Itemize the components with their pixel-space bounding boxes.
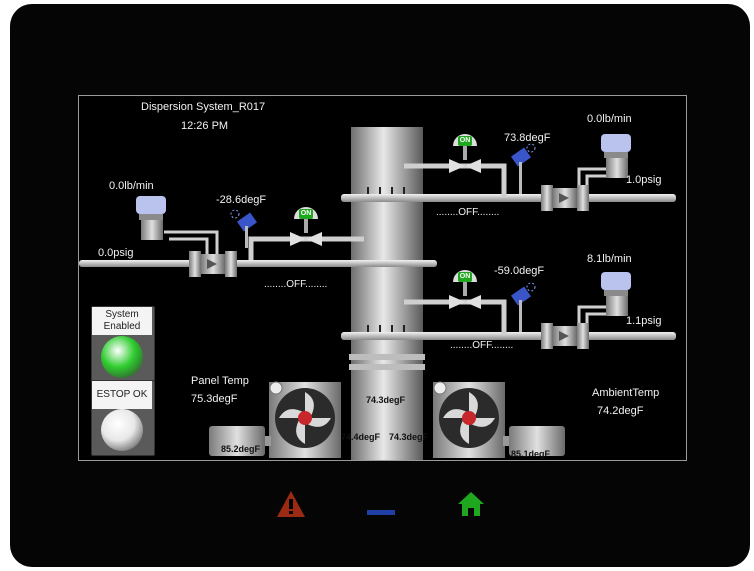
- left-meter-body: [189, 251, 237, 277]
- left-status-text: ........OFF........: [264, 279, 328, 290]
- lower-right-status-text: ........OFF........: [450, 340, 514, 351]
- home-icon: [458, 492, 484, 516]
- upper-valve-on-badge[interactable]: ON: [458, 136, 472, 146]
- left-temp-readout: -28.6degF: [216, 194, 267, 206]
- left-fan-unit: [269, 381, 341, 458]
- left-valve-on-badge[interactable]: ON: [299, 209, 313, 219]
- upper-right-meter-body: [541, 185, 589, 211]
- left-flow-readout: 0.0lb/min: [109, 180, 154, 192]
- alarm-button[interactable]: [276, 490, 306, 523]
- upper-right-temp-probe: [511, 143, 536, 194]
- right-motor-temp: 85.1degF: [511, 449, 551, 459]
- ambient-temp-value: 74.2degF: [597, 405, 644, 417]
- home-button[interactable]: [457, 491, 485, 522]
- column-right-temp: 74.3degF: [389, 432, 429, 442]
- lower-right-pressure-readout: 1.1psig: [626, 315, 662, 327]
- lower-valve-on-badge[interactable]: ON: [458, 272, 472, 282]
- upper-right-flow-readout: 0.0lb/min: [587, 113, 632, 125]
- system-enabled-label: System Enabled: [92, 307, 152, 335]
- column-top-temp: 74.3degF: [366, 395, 406, 405]
- column-left-temp: 74.4degF: [341, 432, 381, 442]
- left-pipe: [79, 260, 437, 267]
- estop-label: ESTOP OK: [92, 381, 152, 409]
- clock: 12:26 PM: [181, 120, 229, 132]
- right-fan-unit: [433, 381, 505, 458]
- lower-right-flow-readout: 8.1lb/min: [587, 253, 632, 265]
- estop-lamp[interactable]: [101, 409, 143, 451]
- minimize-icon: [367, 510, 395, 515]
- system-title: Dispersion System_R017: [141, 101, 266, 113]
- system-enabled-lamp[interactable]: [101, 336, 143, 378]
- ambient-temp-label: AmbientTemp: [592, 387, 660, 399]
- upper-right-temp-readout: 73.8degF: [504, 132, 551, 144]
- dispersion-column: [351, 127, 423, 460]
- left-motor-temp: 85.2degF: [221, 444, 261, 454]
- lower-right-temp-readout: -59.0degF: [494, 265, 545, 277]
- lower-right-meter-body: [541, 323, 589, 349]
- lower-right-flow-transmitter: [601, 272, 631, 316]
- left-pressure-readout: 0.0psig: [98, 247, 134, 259]
- upper-right-status-text: ........OFF........: [436, 207, 500, 218]
- hmi-screen: Dispersion System_R017 12:26 PM ON ON ON…: [78, 95, 687, 461]
- warning-icon: [277, 491, 305, 517]
- lower-right-temp-probe: [511, 282, 536, 332]
- minimize-button[interactable]: [367, 510, 395, 515]
- left-flow-transmitter: [136, 196, 166, 240]
- upper-right-pressure-readout: 1.0psig: [626, 174, 662, 186]
- panel-temp-value: 75.3degF: [191, 393, 238, 405]
- upper-pipe: [341, 194, 676, 202]
- panel-temp-label: Panel Temp: [191, 375, 249, 387]
- upper-right-flow-transmitter: [601, 134, 631, 178]
